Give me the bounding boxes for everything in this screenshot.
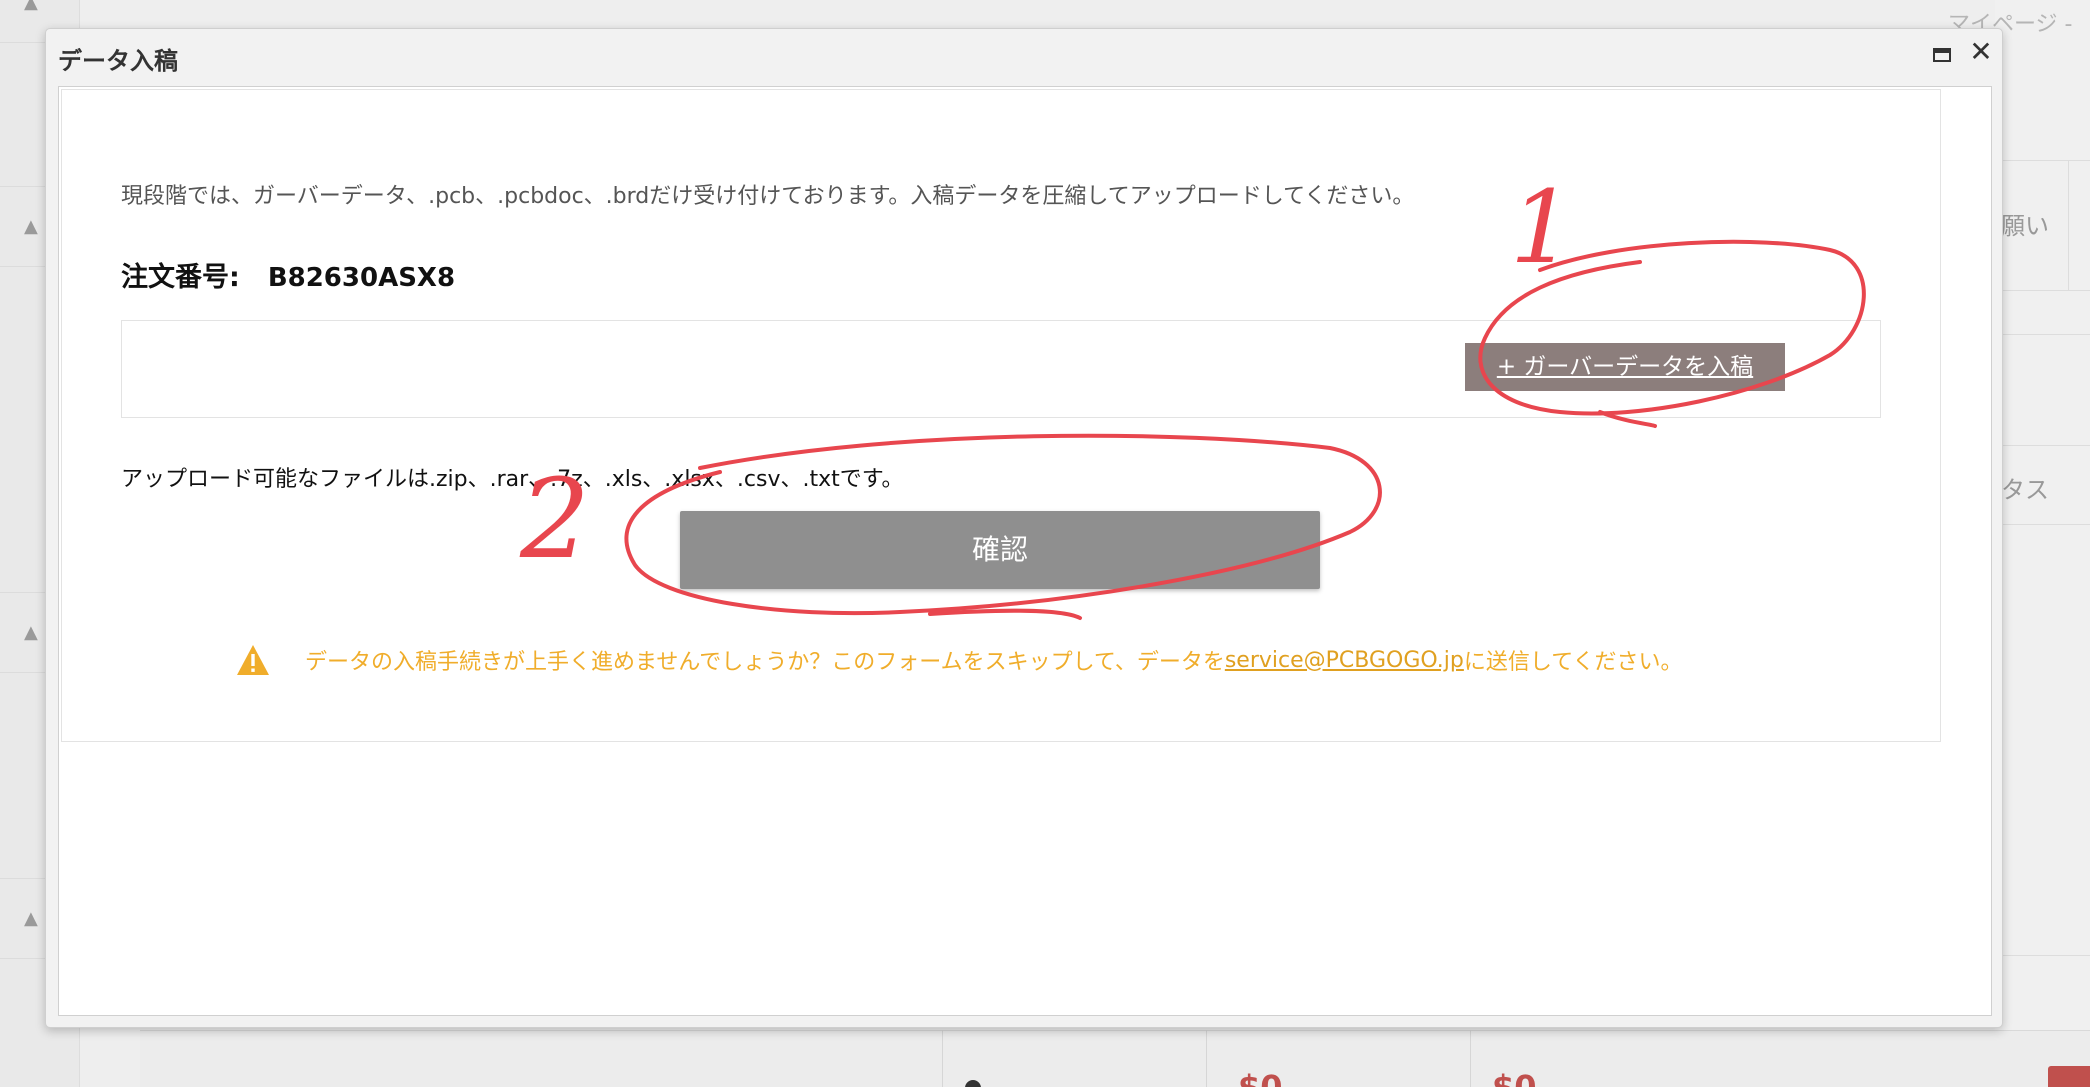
upload-instruction: 現段階では、ガーバーデータ、.pcb、.pcbdoc、.brdだけ受け付けており… bbox=[121, 184, 1415, 209]
upload-gerber-button[interactable]: + ガーバーデータを入稿 bbox=[1465, 343, 1785, 391]
background-column-divider bbox=[1206, 1030, 1207, 1087]
warning-message: データの入稿手続きが上手く進めませんでしょうか？このフォームをスキップして、デー… bbox=[235, 643, 1683, 677]
support-email-link[interactable]: service@PCBGOGO.jp bbox=[1225, 648, 1464, 673]
background-row-divider bbox=[1995, 955, 2090, 956]
background-row-divider bbox=[1995, 524, 2090, 525]
background-right-column bbox=[1995, 0, 2090, 1087]
confirm-button[interactable]: 確認 bbox=[680, 511, 1320, 589]
background-side-text: タス bbox=[2001, 476, 2049, 504]
background-action-button[interactable] bbox=[2048, 1066, 2090, 1087]
background-row-divider bbox=[1995, 290, 2090, 291]
allowed-file-types: アップロード可能なファイルは.zip、.rar、.7z、.xls、.xlsx、.… bbox=[121, 467, 904, 492]
collapse-arrow-icon[interactable]: ▲ bbox=[24, 624, 38, 642]
order-number-value: B82630ASX8 bbox=[267, 263, 456, 293]
collapse-arrow-icon[interactable]: ▲ bbox=[24, 218, 38, 236]
background-column-divider bbox=[1470, 1030, 1471, 1087]
background-bottom-bar bbox=[140, 1030, 2090, 1087]
dialog-titlebar[interactable]: データ入稿 ✕ bbox=[46, 29, 2002, 81]
dialog-content: 現段階では、ガーバーデータ、.pcb、.pcbdoc、.brdだけ受け付けており… bbox=[58, 86, 1992, 1016]
collapse-arrow-icon[interactable]: ▲ bbox=[24, 0, 38, 12]
collapse-arrow-icon[interactable]: ▲ bbox=[24, 910, 38, 928]
background-column-divider bbox=[2068, 160, 2069, 290]
background-side-text: 願い bbox=[2001, 212, 2049, 240]
background-column-divider bbox=[942, 1030, 943, 1087]
background-row-divider bbox=[1995, 160, 2090, 161]
warning-text-before: データの入稿手続きが上手く進めませんでしょうか？このフォームをスキップして、デー… bbox=[305, 650, 1225, 675]
warning-icon bbox=[237, 645, 269, 675]
close-icon[interactable]: ✕ bbox=[1966, 37, 1996, 67]
background-row-divider bbox=[1995, 445, 2090, 446]
warning-text-after: に送信してください。 bbox=[1463, 650, 1683, 675]
order-number-label: 注文番号: bbox=[121, 262, 240, 293]
data-upload-dialog: データ入稿 ✕ 現段階では、ガーバーデータ、.pcb、.pcbdoc、.brdだ… bbox=[45, 28, 2003, 1028]
maximize-icon[interactable] bbox=[1930, 43, 1954, 67]
background-row-divider bbox=[1995, 334, 2090, 335]
dialog-title: データ入稿 bbox=[58, 47, 178, 75]
background-price: $0 bbox=[1238, 1068, 1283, 1087]
background-price: $0 bbox=[1492, 1068, 1537, 1087]
order-number-row: 注文番号: B82630ASX8 bbox=[121, 255, 455, 294]
